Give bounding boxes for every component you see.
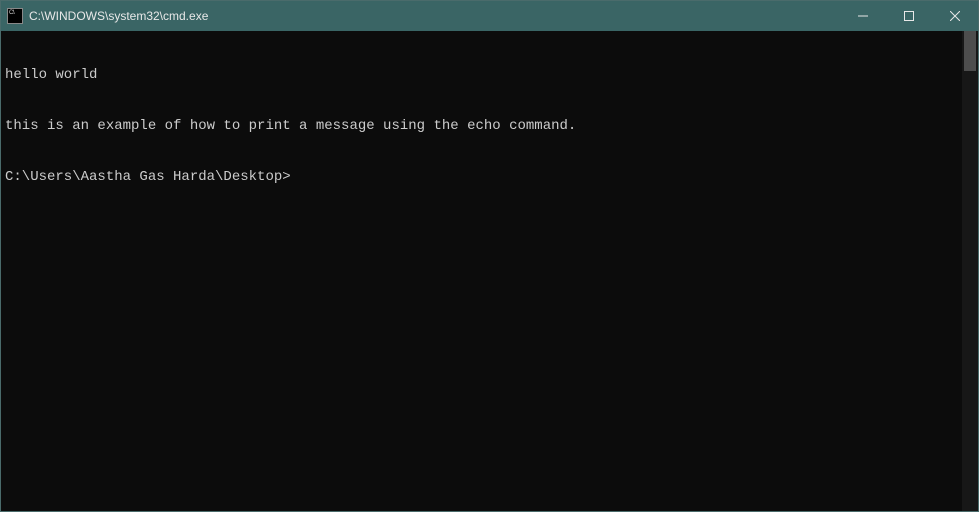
minimize-button[interactable] [840, 1, 886, 31]
titlebar[interactable]: C:\WINDOWS\system32\cmd.exe [1, 1, 978, 31]
maximize-button[interactable] [886, 1, 932, 31]
output-line: this is an example of how to print a mes… [5, 118, 958, 135]
cmd-window: C:\WINDOWS\system32\cmd.exe hello world … [0, 0, 979, 512]
close-button[interactable] [932, 1, 978, 31]
scrollbar-thumb[interactable] [964, 31, 976, 71]
window-title: C:\WINDOWS\system32\cmd.exe [29, 9, 840, 23]
terminal-area[interactable]: hello world this is an example of how to… [1, 31, 978, 511]
scrollbar[interactable] [962, 31, 978, 511]
output-line: hello world [5, 67, 958, 84]
cmd-icon [7, 8, 23, 24]
maximize-icon [904, 11, 914, 21]
window-controls [840, 1, 978, 31]
terminal-content[interactable]: hello world this is an example of how to… [1, 31, 962, 511]
prompt-text: C:\Users\Aastha Gas Harda\Desktop> [5, 169, 291, 185]
prompt-line: C:\Users\Aastha Gas Harda\Desktop> [5, 169, 958, 186]
close-icon [950, 11, 960, 21]
minimize-icon [858, 11, 868, 21]
